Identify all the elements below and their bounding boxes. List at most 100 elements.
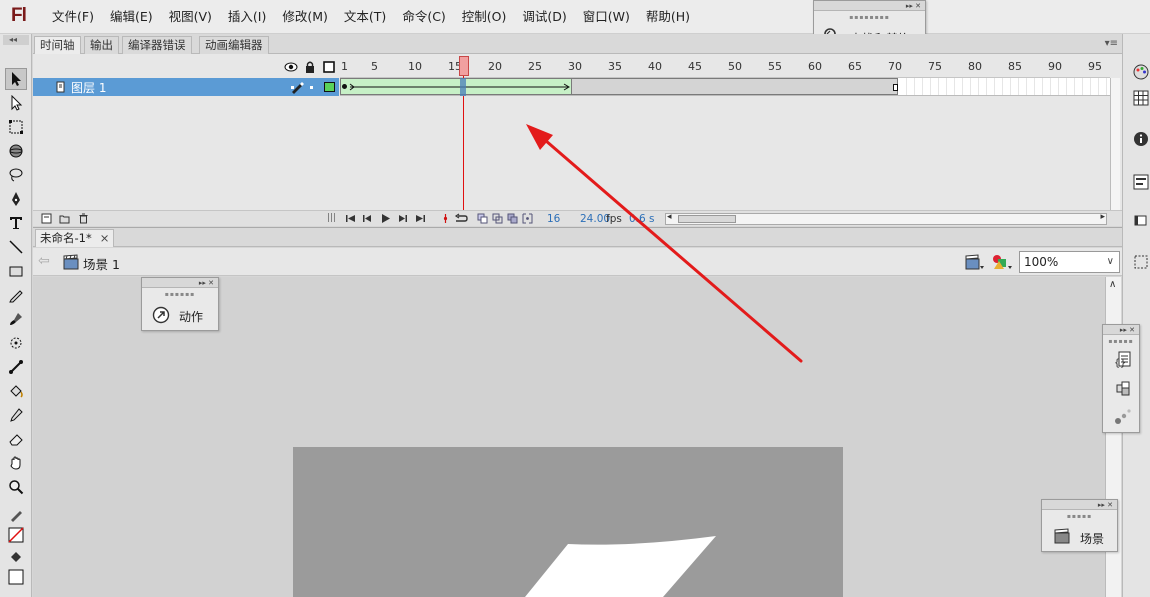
- eyedropper-tool-icon[interactable]: [5, 404, 27, 426]
- new-layer-icon[interactable]: [41, 213, 52, 227]
- panel-titlebar[interactable]: ▸▸ ✕: [142, 278, 218, 288]
- zoom-tool-icon[interactable]: [5, 476, 27, 498]
- deco-tool-icon[interactable]: [5, 332, 27, 354]
- text-tool-icon[interactable]: [5, 212, 27, 234]
- layer-color-swatch[interactable]: [324, 82, 335, 92]
- menu-modify[interactable]: 修改(M): [278, 0, 332, 34]
- keyframe[interactable]: [342, 84, 347, 89]
- selection-tool-icon[interactable]: [5, 68, 27, 90]
- center-frame-icon[interactable]: [440, 213, 451, 227]
- frames-row[interactable]: [340, 78, 1110, 96]
- new-folder-icon[interactable]: [59, 213, 70, 227]
- stage-white-shape[interactable]: [293, 447, 843, 597]
- timeline-horizontal-scrollbar[interactable]: ◂ ▸: [665, 212, 1107, 225]
- tab-compiler-errors[interactable]: 编译器错误: [122, 36, 192, 54]
- motion-presets-icon[interactable]: [1114, 407, 1132, 428]
- frame-ruler[interactable]: 1 5 10 15 20 25 30 35 40 45 50 55 60 65 …: [340, 56, 1110, 78]
- edit-multiple-frames-icon[interactable]: [507, 213, 518, 227]
- brush-tool-icon[interactable]: [5, 308, 27, 330]
- onion-skin-icon[interactable]: [477, 213, 488, 227]
- color-palette-icon[interactable]: [1131, 62, 1150, 82]
- stroke-color-swatch[interactable]: [5, 524, 27, 546]
- tab-timeline[interactable]: 时间轴: [34, 36, 81, 54]
- panel-grip[interactable]: ▪▪▪▪▪: [1103, 338, 1139, 345]
- document-tab-title[interactable]: 未命名-1*: [40, 231, 92, 245]
- lock-dot[interactable]: [310, 86, 313, 89]
- menu-help[interactable]: 帮助(H): [642, 0, 694, 34]
- last-frame-icon[interactable]: [415, 213, 426, 227]
- fill-color-swatch[interactable]: [5, 566, 27, 588]
- menu-edit[interactable]: 编辑(E): [106, 0, 157, 34]
- panel-titlebar[interactable]: ▸▸ ✕: [814, 1, 925, 11]
- code-snippets-icon[interactable]: {}: [1114, 351, 1132, 372]
- current-frame-readout[interactable]: 16: [547, 212, 560, 226]
- stage[interactable]: [293, 447, 843, 597]
- menu-commands[interactable]: 命令(C): [398, 0, 449, 34]
- menu-insert[interactable]: 插入(I): [224, 0, 270, 34]
- edit-scene-icon[interactable]: [965, 254, 985, 273]
- outline-icon[interactable]: [322, 60, 336, 74]
- visibility-dot[interactable]: [291, 86, 294, 89]
- playhead-handle[interactable]: [459, 56, 469, 76]
- document-tab[interactable]: 未命名-1* ×: [35, 229, 115, 247]
- eye-icon[interactable]: [284, 60, 298, 74]
- align-icon[interactable]: [1131, 172, 1150, 192]
- hand-tool-icon[interactable]: [5, 452, 27, 474]
- bone-tool-icon[interactable]: [5, 356, 27, 378]
- static-frame-span[interactable]: [572, 78, 898, 95]
- menu-view[interactable]: 视图(V): [165, 0, 216, 34]
- panel-menu-icon[interactable]: ▾≡: [1105, 38, 1118, 49]
- loop-icon[interactable]: [453, 213, 469, 227]
- zoom-select[interactable]: 100% ∨: [1019, 251, 1120, 273]
- onion-outlines-icon[interactable]: [492, 213, 503, 227]
- 3d-rotation-tool-icon[interactable]: [5, 140, 27, 162]
- pencil-tool-icon[interactable]: [5, 284, 27, 306]
- info-icon[interactable]: [1131, 129, 1150, 149]
- back-arrow-icon[interactable]: ⇦: [38, 253, 50, 269]
- actions-icon[interactable]: [152, 306, 170, 327]
- elapsed-time-readout[interactable]: 0.6 s: [629, 212, 655, 226]
- swatches-grid-icon[interactable]: [1131, 88, 1150, 108]
- subselection-tool-icon[interactable]: [5, 92, 27, 114]
- menu-text[interactable]: 文本(T): [340, 0, 390, 34]
- eraser-tool-icon[interactable]: [5, 428, 27, 450]
- panel-divider-grip[interactable]: |||: [327, 213, 336, 223]
- panel-titlebar[interactable]: ▸▸ ✕: [1103, 325, 1139, 335]
- scroll-left-arrow[interactable]: ◂: [667, 212, 672, 222]
- free-transform-tool-icon[interactable]: [5, 116, 27, 138]
- next-frame-icon[interactable]: [397, 213, 408, 227]
- panel-titlebar[interactable]: ▸▸ ✕: [1042, 500, 1117, 510]
- lasso-tool-icon[interactable]: [5, 164, 27, 186]
- components-icon[interactable]: [1131, 252, 1150, 272]
- tab-motion-editor[interactable]: 动画编辑器: [199, 36, 269, 54]
- fill-color-icon[interactable]: [5, 546, 27, 568]
- scroll-up-arrow[interactable]: ∧: [1109, 279, 1116, 290]
- panel-grip[interactable]: ▪▪▪▪▪▪: [142, 291, 218, 298]
- layer-row[interactable]: 图层 1: [33, 78, 339, 96]
- layer-name[interactable]: 图层 1: [71, 79, 106, 96]
- menu-window[interactable]: 窗口(W): [579, 0, 634, 34]
- close-document-icon[interactable]: ×: [100, 231, 110, 245]
- panel-grip[interactable]: ▪▪▪▪▪: [1042, 513, 1117, 520]
- paint-bucket-tool-icon[interactable]: [5, 380, 27, 402]
- scene-panel-label[interactable]: 场景: [1080, 530, 1104, 547]
- modify-markers-icon[interactable]: [522, 213, 533, 227]
- previous-frame-icon[interactable]: [362, 213, 373, 227]
- menu-debug[interactable]: 调试(D): [518, 0, 570, 34]
- rectangle-tool-icon[interactable]: [5, 260, 27, 282]
- scrollbar-thumb[interactable]: [678, 215, 736, 223]
- delete-layer-icon[interactable]: [78, 213, 89, 227]
- scroll-right-arrow[interactable]: ▸: [1100, 212, 1105, 222]
- stroke-color-icon[interactable]: [5, 504, 27, 526]
- menu-file[interactable]: 文件(F): [48, 0, 98, 34]
- first-frame-icon[interactable]: [345, 213, 356, 227]
- components-cubes-icon[interactable]: [1114, 379, 1132, 400]
- timeline-vertical-scrollbar[interactable]: [1110, 78, 1120, 210]
- tools-collapse-button[interactable]: ◂◂: [3, 35, 29, 45]
- tab-output[interactable]: 输出: [84, 36, 119, 54]
- lock-icon[interactable]: [303, 60, 317, 74]
- actions-label[interactable]: 动作: [179, 308, 203, 325]
- edit-symbols-icon[interactable]: [990, 253, 1014, 274]
- transform-icon[interactable]: [1131, 210, 1150, 230]
- panel-grip[interactable]: ▪▪▪▪▪▪▪▪: [814, 14, 925, 21]
